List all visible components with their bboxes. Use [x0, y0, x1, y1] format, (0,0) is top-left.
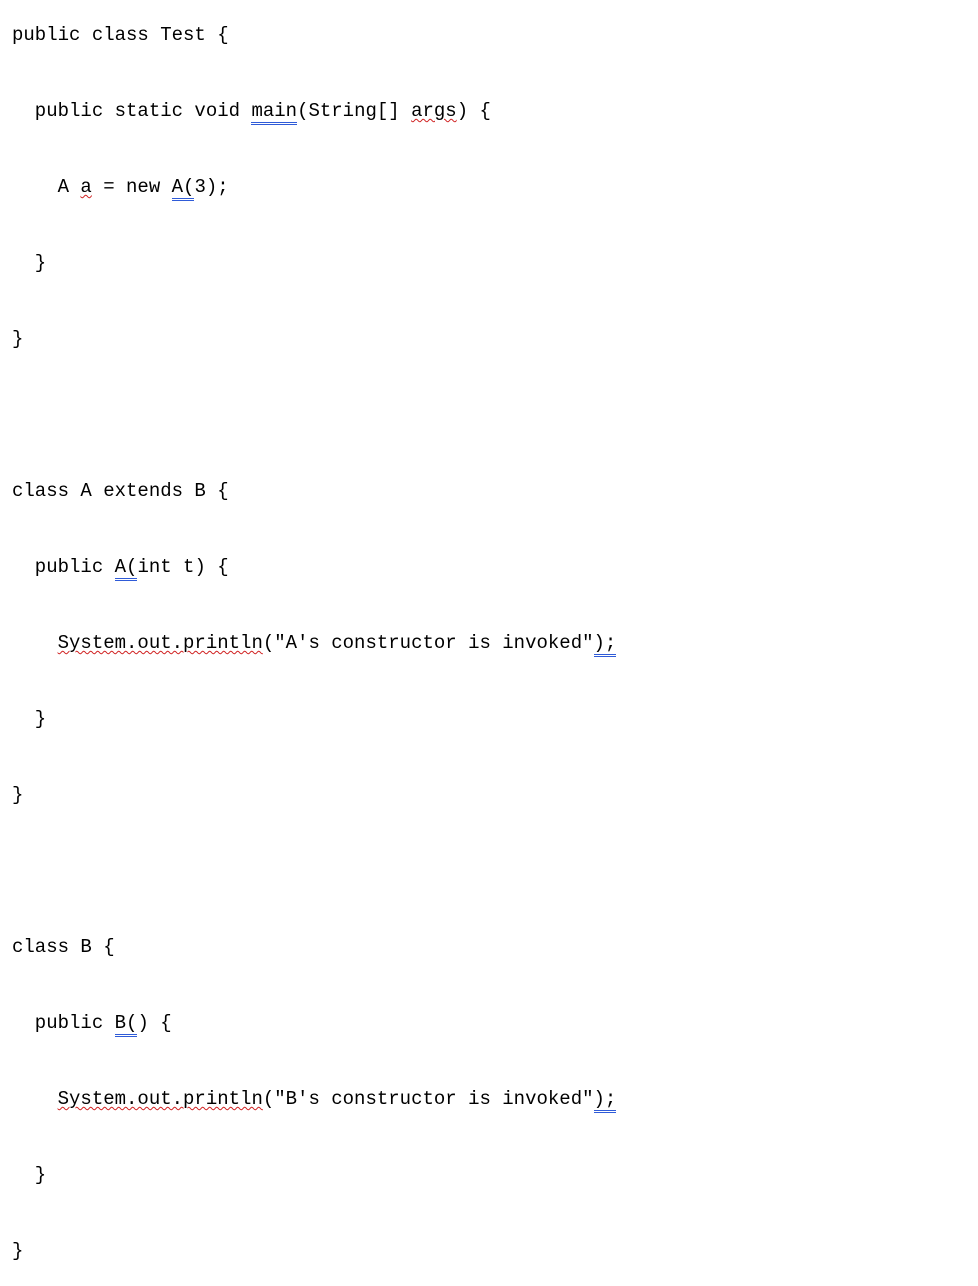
line-2a: public static void [12, 100, 251, 122]
line-14: } [12, 1164, 46, 1186]
param-args: args [411, 100, 457, 122]
line-6: class A extends B { [12, 480, 229, 502]
stmt-end-B: ); [594, 1088, 617, 1113]
line-13c: ("B's constructor is invoked" [263, 1088, 594, 1110]
line-2e: ) { [457, 100, 491, 122]
line-13a [12, 1088, 58, 1110]
line-3e: 3); [194, 176, 228, 198]
var-a: a [80, 176, 91, 198]
line-11: class B { [12, 936, 115, 958]
line-8a [12, 632, 58, 654]
line-15: } [12, 1240, 23, 1262]
line-3c: = new [92, 176, 172, 198]
sysout-B: System.out.println [58, 1088, 263, 1110]
method-main: main [251, 100, 297, 125]
code-block: public class Test { public static void m… [0, 0, 978, 1286]
line-12c: ) { [137, 1012, 171, 1034]
line-2c: (String[] [297, 100, 411, 122]
line-5: } [12, 328, 23, 350]
line-12a: public [12, 1012, 115, 1034]
line-7c: int t) { [137, 556, 228, 578]
line-9: } [12, 708, 46, 730]
sysout-A: System.out.println [58, 632, 263, 654]
line-7a: public [12, 556, 115, 578]
line-1: public class Test { [12, 24, 229, 46]
ctor-A-def: A( [115, 556, 138, 581]
ctor-B-def: B( [115, 1012, 138, 1037]
line-10: } [12, 784, 23, 806]
line-4: } [12, 252, 46, 274]
stmt-end-A: ); [594, 632, 617, 657]
line-3a: A [12, 176, 80, 198]
ctor-call-A: A( [172, 176, 195, 201]
line-8c: ("A's constructor is invoked" [263, 632, 594, 654]
